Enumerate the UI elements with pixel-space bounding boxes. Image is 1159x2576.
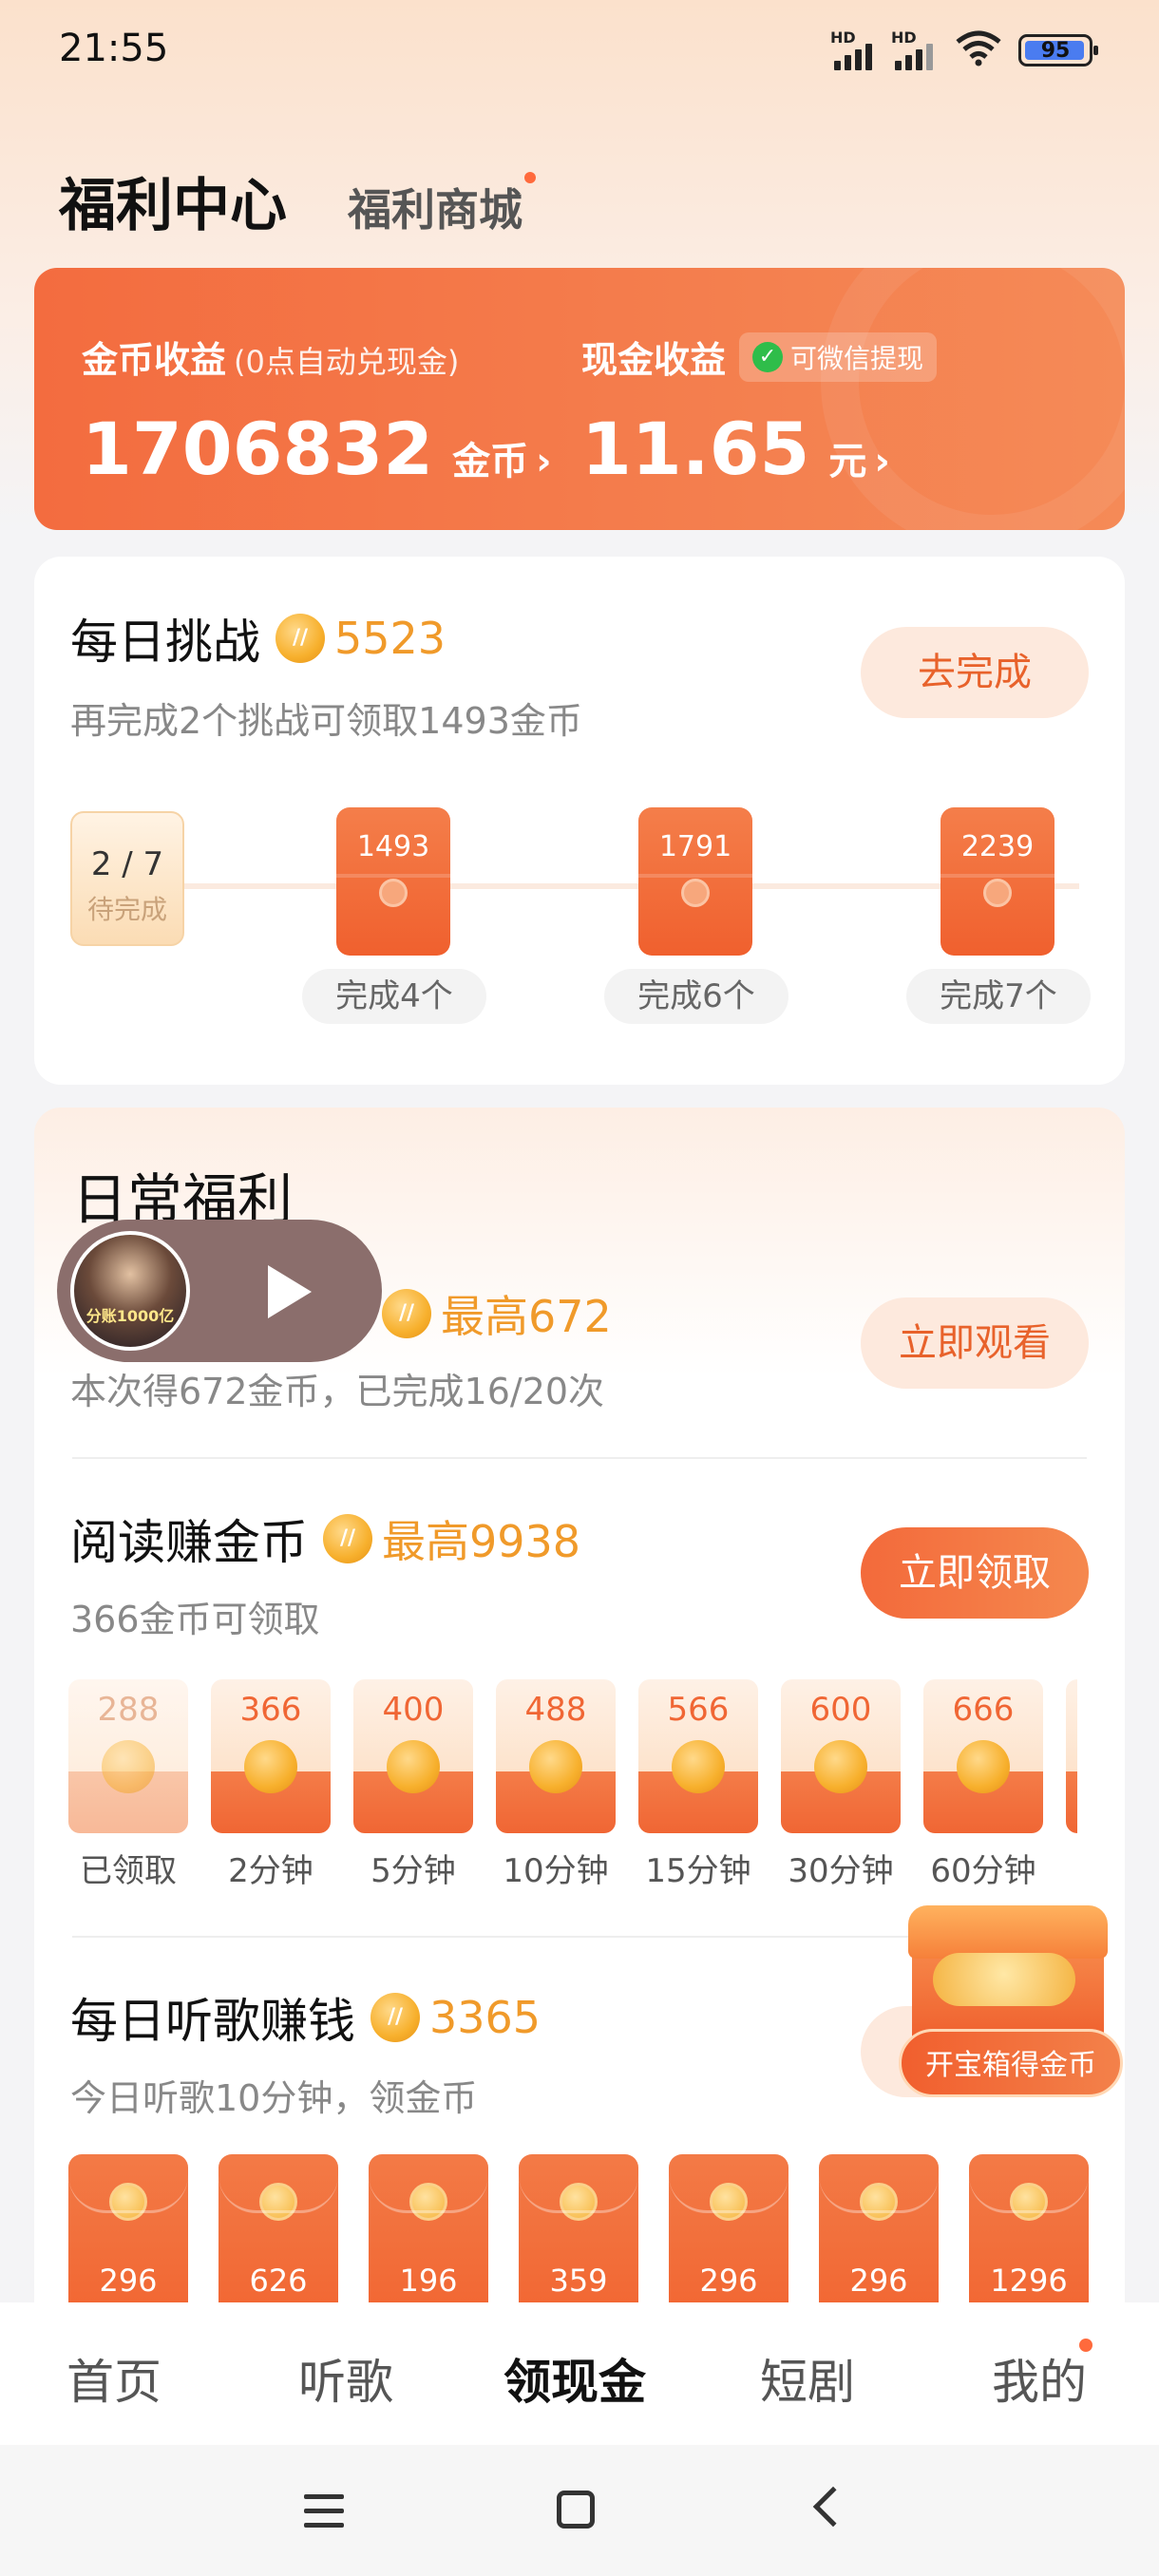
chevron-right-icon: › <box>536 440 552 483</box>
tab-welfare-center[interactable]: 福利中心 <box>59 160 287 242</box>
signal-icon <box>834 44 872 70</box>
claim-now-button[interactable]: 立即领取 <box>861 1527 1089 1619</box>
tab-me[interactable]: 我的 <box>992 2339 1092 2413</box>
cash-earnings-link[interactable]: 11.65 元 › <box>581 407 890 491</box>
tab-home[interactable]: 首页 <box>66 2344 162 2413</box>
reading-reward[interactable]: 400 5分钟 <box>353 1679 473 1885</box>
treasure-chest-label: 开宝箱得金币 <box>899 2029 1123 2097</box>
check-icon: ✓ <box>752 341 784 372</box>
player-avatar: 分账1000亿 <box>70 1231 190 1351</box>
tab-claim-cash[interactable]: 领现金 <box>504 2344 646 2413</box>
page-header: 福利中心 福利商城 <box>59 160 536 242</box>
reading-title: 阅读赚金币 <box>70 1515 308 1570</box>
reading-reward[interactable]: 666 60分钟 <box>923 1679 1043 1885</box>
back-icon[interactable] <box>812 2486 854 2528</box>
battery-level: 95 <box>1040 38 1071 63</box>
system-navigation-bar <box>0 2445 1159 2576</box>
video-subtitle: 本次得672金币，已完成16/20次 <box>70 1371 605 1412</box>
reading-subtitle: 366金币可领取 <box>70 1599 320 1640</box>
music-subtitle: 今日听歌10分钟，领金币 <box>70 2077 478 2119</box>
challenge-packet-label: 完成6个 <box>604 969 788 1024</box>
chevron-right-icon: › <box>874 440 890 483</box>
reading-rewards-strip: 288 已领取 366 2分钟 400 5分钟 488 10分钟 566 15分钟 600… <box>68 1679 1077 1885</box>
mini-player[interactable]: 分账1000亿 <box>57 1220 382 1362</box>
music-coins: 3365 <box>429 1992 542 2043</box>
new-dot <box>524 172 536 183</box>
daily-welfare-card: 日常福利 最高672 本次得672金币，已完成16/20次 立即观看 分账100… <box>34 1108 1125 2333</box>
cash-earnings-label: 现金收益 ✓ 可微信提现 <box>581 331 938 383</box>
coin-earnings-value: 1706832 <box>82 407 434 491</box>
lock-icon <box>681 879 710 907</box>
new-dot <box>1079 2339 1092 2352</box>
tab-short-drama[interactable]: 短剧 <box>760 2344 855 2413</box>
challenge-packet-label: 完成7个 <box>906 969 1091 1024</box>
play-icon[interactable] <box>268 1265 312 1318</box>
challenge-red-packet[interactable]: 1493 <box>336 807 450 956</box>
coin-icon <box>102 1740 155 1793</box>
lock-icon <box>983 879 1012 907</box>
coin-earnings-label: 金币收益 (0点自动兑现金) <box>82 339 460 381</box>
wifi-icon <box>956 30 1001 66</box>
challenge-red-packet[interactable]: 2239 <box>940 807 1054 956</box>
reading-max: 最高9938 <box>382 1516 581 1567</box>
coin-icon <box>370 1993 420 2042</box>
challenge-coins: 5523 <box>334 613 446 664</box>
tab-welfare-mall[interactable]: 福利商城 <box>348 172 536 238</box>
cash-earnings-value: 11.65 <box>581 407 810 491</box>
video-max: 最高672 <box>441 1291 612 1342</box>
coin-icon <box>323 1514 372 1563</box>
coin-icon <box>382 1289 431 1338</box>
coin-earnings-link[interactable]: 1706832 金币 › <box>82 407 552 491</box>
reading-reward[interactable]: 566 15分钟 <box>638 1679 758 1885</box>
tab-music[interactable]: 听歌 <box>298 2344 393 2413</box>
coin-icon <box>387 1740 440 1793</box>
signal-icon-2 <box>895 44 933 70</box>
challenge-progress-packet: 2 / 7 待完成 <box>70 811 184 946</box>
reading-reward[interactable]: 366 2分钟 <box>211 1679 331 1885</box>
reading-reward[interactable]: 288 已领取 <box>68 1679 188 1885</box>
coin-earnings-note: (0点自动兑现金) <box>234 344 460 380</box>
treasure-chest-button[interactable]: 开宝箱得金币 <box>899 1898 1127 2103</box>
music-title: 每日听歌赚钱 <box>70 1994 355 2049</box>
watch-now-button[interactable]: 立即观看 <box>861 1297 1089 1389</box>
reading-reward[interactable]: 488 10分钟 <box>496 1679 616 1885</box>
coin-icon <box>957 1740 1010 1793</box>
status-time: 21:55 <box>59 27 169 70</box>
status-bar: 21:55 HD HD 95 <box>0 0 1159 104</box>
go-complete-button[interactable]: 去完成 <box>861 627 1089 718</box>
coin-icon <box>276 614 325 663</box>
tab-welfare-mall-label: 福利商城 <box>348 184 522 236</box>
home-square-icon[interactable] <box>557 2491 595 2529</box>
earnings-card: 金币收益 (0点自动兑现金) 现金收益 ✓ 可微信提现 1706832 金币 › 11.… <box>34 268 1125 530</box>
wechat-withdraw-badge: ✓ 可微信提现 <box>739 331 938 382</box>
coin-icon <box>529 1740 582 1793</box>
daily-challenge-card: 每日挑战 5523 再完成2个挑战可领取1493金币 去完成 2 / 7 待完成… <box>34 557 1125 1085</box>
challenge-title: 每日挑战 <box>70 615 260 670</box>
menu-icon[interactable] <box>304 2494 344 2529</box>
lock-icon <box>379 879 408 907</box>
bottom-tab-bar: 首页 听歌 领现金 短剧 我的 <box>0 2302 1159 2445</box>
battery-icon: 95 <box>1018 34 1098 66</box>
challenge-packet-label: 完成4个 <box>302 969 486 1024</box>
challenge-red-packet[interactable]: 1791 <box>638 807 752 956</box>
reading-reward[interactable]: 600 30分钟 <box>781 1679 901 1885</box>
coin-icon <box>814 1740 867 1793</box>
coin-icon <box>244 1740 297 1793</box>
challenge-subtitle: 再完成2个挑战可领取1493金币 <box>70 700 582 742</box>
reading-reward[interactable]: 790 <box>1066 1679 1077 1883</box>
coin-icon <box>672 1740 725 1793</box>
